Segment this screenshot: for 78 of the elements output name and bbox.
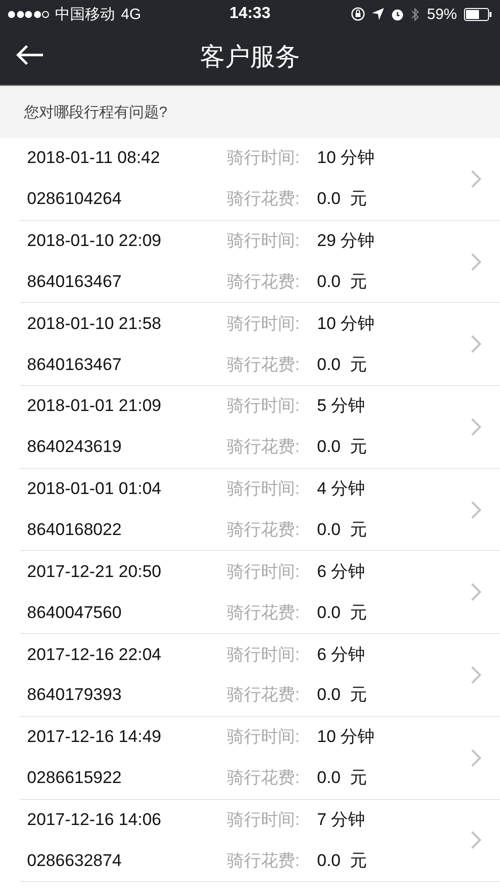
duration-label: 骑行时间: xyxy=(227,478,301,500)
battery-percent: 59% xyxy=(426,6,458,22)
cost-label: 骑行花费: xyxy=(227,602,301,624)
bike-number: 8640179393 xyxy=(27,684,123,706)
network-type: 4G xyxy=(121,6,142,22)
duration-label: 骑行时间: xyxy=(227,312,301,335)
chevron-right-icon xyxy=(470,500,482,520)
bike-number: 0286104264 xyxy=(27,188,123,210)
trip-cost: 0.0 元 xyxy=(317,519,368,542)
battery-icon xyxy=(464,8,492,20)
trip-cost: 0.0 元 xyxy=(317,188,368,210)
rotation-lock-icon xyxy=(350,7,365,21)
trip-duration: 5 分钟 xyxy=(317,395,366,418)
duration-label: 骑行时间: xyxy=(227,644,301,666)
trip-cost: 0.0 元 xyxy=(317,602,368,624)
trip-duration: 10 分钟 xyxy=(317,726,376,748)
page-title: 客户服务 xyxy=(200,42,300,73)
chevron-right-icon xyxy=(470,748,482,768)
location-arrow-icon xyxy=(372,8,384,20)
cost-label: 骑行花费: xyxy=(227,767,301,790)
trip-duration: 10 分钟 xyxy=(317,147,376,170)
chevron-right-icon xyxy=(470,252,482,272)
trip-row[interactable]: 2018-01-10 22:09 骑行时间: 29 分钟 8640163467 骑行花费: 0.0 元 xyxy=(20,220,500,304)
chevron-right-icon xyxy=(470,582,482,602)
trip-datetime: 2017-12-16 22:04 xyxy=(27,644,162,666)
trip-datetime: 2018-01-01 01:04 xyxy=(27,478,162,500)
chevron-right-icon xyxy=(470,334,482,354)
trip-cost: 0.0 元 xyxy=(317,270,368,293)
trip-duration: 4 分钟 xyxy=(317,478,366,500)
trip-datetime: 2018-01-01 21:09 xyxy=(27,395,162,418)
cost-label: 骑行花费: xyxy=(227,188,301,210)
cost-label: 骑行花费: xyxy=(227,684,301,706)
cost-label: 骑行花费: xyxy=(227,270,301,293)
chevron-right-icon xyxy=(470,416,482,437)
trip-cost: 0.0 元 xyxy=(317,767,368,790)
duration-label: 骑行时间: xyxy=(227,147,301,170)
trip-duration: 6 分钟 xyxy=(317,560,366,583)
bike-number: 8640163467 xyxy=(27,354,123,376)
trip-datetime: 2018-01-11 08:42 xyxy=(27,147,161,170)
alarm-clock-icon xyxy=(390,8,404,20)
bike-number: 8640047560 xyxy=(27,602,123,624)
trip-cost: 0.0 元 xyxy=(317,354,368,376)
bluetooth-icon xyxy=(410,6,420,22)
duration-label: 骑行时间: xyxy=(227,230,301,252)
bike-number: 0286632874 xyxy=(27,850,123,872)
trip-cost: 0.0 元 xyxy=(317,850,368,872)
bike-number: 8640168022 xyxy=(27,519,123,542)
trip-datetime: 2017-12-16 14:49 xyxy=(27,726,162,748)
signal-icon xyxy=(8,10,49,18)
cost-label: 骑行花费: xyxy=(227,519,301,542)
section-prompt: 您对哪段行程有问题? xyxy=(24,102,168,122)
back-arrow-icon xyxy=(15,42,45,66)
trip-cost: 0.0 元 xyxy=(317,436,368,458)
trip-datetime: 2017-12-21 20:50 xyxy=(27,560,162,583)
duration-label: 骑行时间: xyxy=(227,560,301,583)
bike-number: 0286615922 xyxy=(27,767,123,790)
cost-label: 骑行花费: xyxy=(227,436,301,458)
bike-number: 8640163467 xyxy=(27,270,123,293)
trip-datetime: 2017-12-16 14:06 xyxy=(27,808,162,831)
trip-duration: 6 分钟 xyxy=(317,644,366,666)
trip-duration: 29 分钟 xyxy=(317,230,376,252)
trip-datetime: 2018-01-10 22:09 xyxy=(27,230,162,252)
chevron-right-icon xyxy=(470,168,482,189)
bike-number: 8640243619 xyxy=(27,436,123,458)
trip-cost: 0.0 元 xyxy=(317,684,368,706)
cost-label: 骑行花费: xyxy=(227,850,301,872)
chevron-right-icon xyxy=(470,830,482,850)
duration-label: 骑行时间: xyxy=(227,395,301,418)
trip-duration: 7 分钟 xyxy=(317,808,366,831)
duration-label: 骑行时间: xyxy=(227,808,301,831)
chevron-right-icon xyxy=(470,664,482,685)
trip-row[interactable]: 2017-12-16 14:06 骑行时间: 7 分钟 0286632874 骑行花费: 0.0 元 xyxy=(20,800,500,882)
trip-datetime: 2018-01-10 21:58 xyxy=(27,312,162,335)
carrier-name: 中国移动 xyxy=(55,4,115,24)
trip-duration: 10 分钟 xyxy=(317,312,376,335)
clock-time: 14:33 xyxy=(230,5,270,23)
cost-label: 骑行花费: xyxy=(227,354,301,376)
duration-label: 骑行时间: xyxy=(227,726,301,748)
